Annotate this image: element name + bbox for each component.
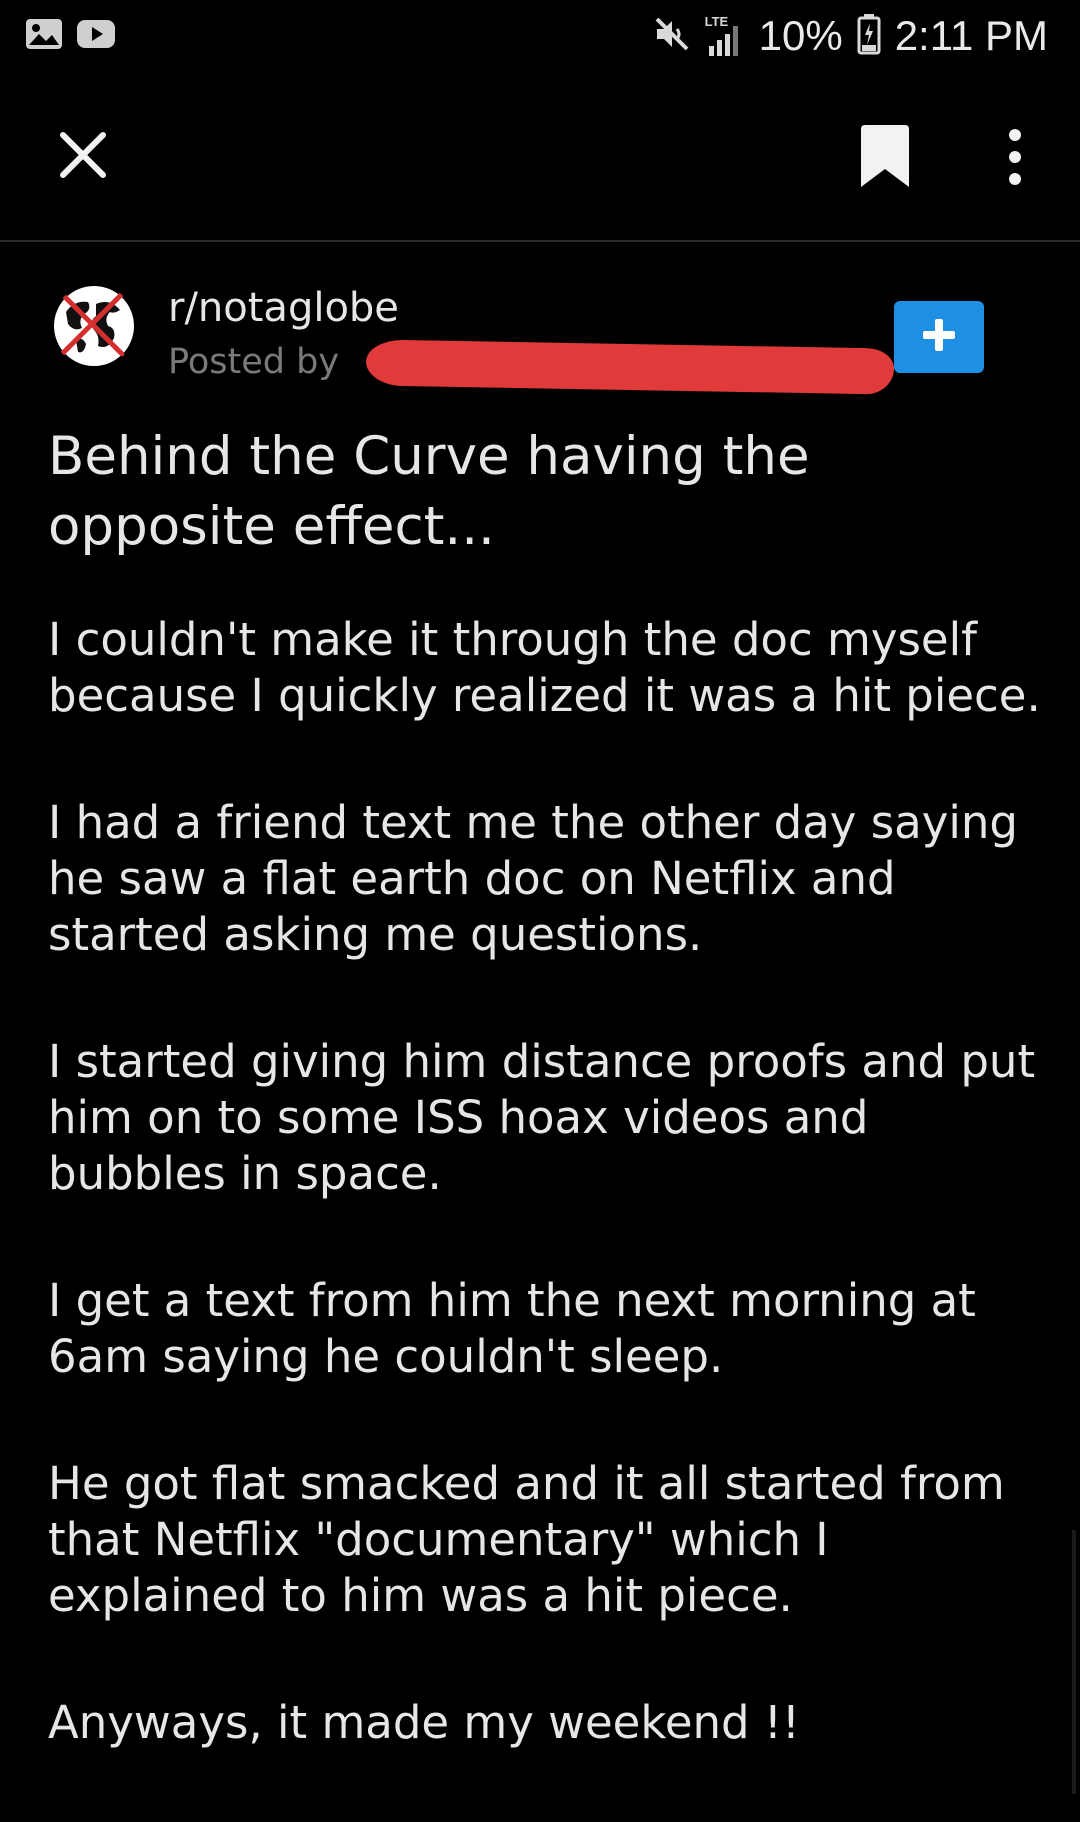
- app-bar: [0, 72, 1080, 242]
- signal-icon: LTE: [705, 14, 745, 58]
- mute-icon: [653, 15, 691, 57]
- save-button[interactable]: [850, 124, 920, 194]
- subreddit-name[interactable]: r/notaglobe: [168, 280, 399, 336]
- post-body: I couldn't make it through the doc mysel…: [48, 612, 1048, 1822]
- scrollbar[interactable]: [1072, 1530, 1076, 1794]
- more-vertical-icon: [1007, 129, 1023, 189]
- post-title: Behind the Curve having the opposite eff…: [48, 426, 810, 557]
- battery-icon: [857, 13, 881, 59]
- youtube-icon: [76, 19, 116, 53]
- status-left: [24, 16, 116, 56]
- bookmark-icon: [857, 125, 913, 193]
- plus-icon: [921, 317, 957, 357]
- post-header: r/notaglobe Posted by: [0, 280, 1080, 395]
- post-paragraph: I started giving him distance proofs and…: [48, 1035, 1036, 1200]
- clock: 2:11 PM: [894, 12, 1048, 59]
- globe-crossed-icon: [54, 286, 134, 366]
- post-paragraph: I get a text from him the next morning a…: [48, 1274, 976, 1383]
- status-bar: LTE 10% 2:11 PM: [0, 0, 1080, 72]
- posted-by-label: Posted by: [168, 342, 340, 382]
- close-button[interactable]: [50, 124, 116, 190]
- post-paragraph: Anyways, it made my weekend !!: [48, 1696, 800, 1749]
- post-paragraph: He got flat smacked and it all started f…: [48, 1457, 1005, 1622]
- join-button[interactable]: [894, 301, 984, 373]
- post-paragraph: I had a friend text me the other day say…: [48, 796, 1018, 961]
- more-options-button[interactable]: [985, 124, 1045, 194]
- post-paragraph: I couldn't make it through the doc mysel…: [48, 613, 1041, 722]
- redaction-mark: [365, 339, 895, 395]
- status-right: LTE 10% 2:11 PM: [653, 10, 1048, 62]
- close-icon: [59, 131, 107, 183]
- gallery-icon: [24, 17, 64, 55]
- posted-by: Posted by: [168, 338, 339, 386]
- subreddit-avatar[interactable]: [52, 284, 136, 368]
- battery-percent: 10%: [758, 12, 843, 59]
